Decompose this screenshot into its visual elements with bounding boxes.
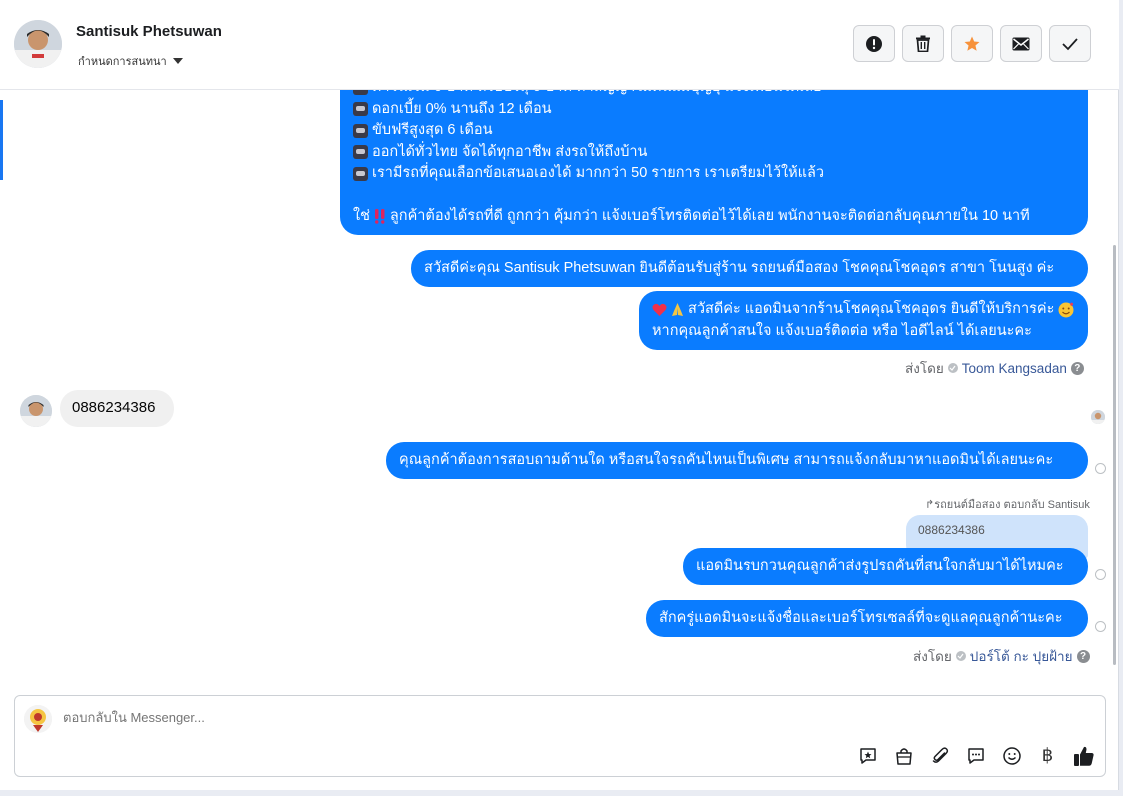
pray-emoji-icon bbox=[672, 303, 683, 317]
alert-circle-icon bbox=[866, 35, 882, 52]
sender-name[interactable]: ปอร์โต้ กะ ปุยฝ้าย bbox=[970, 645, 1073, 667]
header-actions bbox=[853, 25, 1091, 62]
verified-check-icon bbox=[955, 651, 966, 661]
car-emoji-icon bbox=[353, 145, 368, 160]
car-emoji-icon bbox=[353, 102, 368, 117]
caret-down-icon bbox=[172, 58, 183, 64]
promo-line: ดาวน์เริ่ม 0 บาท หรือบริสุ 0 บาท ทำสัญญา… bbox=[353, 90, 1075, 99]
help-icon[interactable]: ? bbox=[1076, 649, 1090, 663]
car-emoji-icon bbox=[353, 166, 368, 181]
sent-by-info: ส่งโดย ปอร์โต้ กะ ปุยฝ้าย ? bbox=[913, 645, 1090, 667]
emoji-button[interactable] bbox=[1000, 744, 1023, 767]
payment-button[interactable]: ฿ bbox=[1036, 744, 1059, 767]
sent-by-info: ส่งโดย Toom Kangsadan ? bbox=[905, 357, 1084, 379]
car-emoji-icon bbox=[353, 123, 368, 138]
verified-check-icon bbox=[947, 363, 958, 373]
promo-line: เรามีรถที่คุณเลือกข้อเสนอเองได้ มากกว่า … bbox=[353, 163, 1075, 185]
like-icon bbox=[1073, 746, 1094, 766]
promo-line: ขับฟรีสูงสุด 6 เดือน bbox=[353, 120, 1075, 142]
report-button[interactable] bbox=[853, 25, 895, 62]
reply-note: ↱รถยนต์มือสอง ตอบกลับ Santisuk bbox=[925, 499, 1090, 511]
attach-icon bbox=[932, 746, 948, 763]
messenger-inbox-panel: Santisuk Phetsuwan กำหนดการสนทนา ดอกเบี้… bbox=[0, 0, 1119, 790]
double-exclamation-icon bbox=[374, 208, 385, 224]
trash-icon bbox=[916, 35, 930, 52]
shop-bag-icon bbox=[895, 747, 912, 765]
assign-conversation-dropdown[interactable]: กำหนดการสนทนา bbox=[78, 52, 183, 70]
help-icon[interactable]: ? bbox=[1070, 361, 1084, 375]
contact-name[interactable]: Santisuk Phetsuwan bbox=[76, 23, 222, 40]
promo-message[interactable]: ดาวน์เริ่ม 0 บาท หรือบริสุ 0 บาท ทำสัญญา… bbox=[340, 90, 1088, 235]
attach-button[interactable] bbox=[928, 744, 951, 767]
heart-emoji-icon bbox=[652, 303, 667, 316]
quick-reply-button[interactable] bbox=[856, 744, 879, 767]
contact-avatar[interactable] bbox=[14, 20, 62, 68]
conversation-header: Santisuk Phetsuwan กำหนดการสนทนา bbox=[0, 0, 1119, 90]
delivered-status-icon bbox=[1095, 569, 1106, 580]
shop-button[interactable] bbox=[892, 744, 915, 767]
reply-arrow-icon: ↱ bbox=[925, 499, 935, 511]
promo-closing: ใช่ ลูกค้าต้องได้รถที่ดี ถูกกว่า คุ้มกว่… bbox=[353, 207, 1030, 224]
reply-input[interactable] bbox=[63, 710, 763, 725]
promo-line: ออกได้ทั่วไทย จัดได้ทุกอาชีพ ส่งรถให้ถึง… bbox=[353, 142, 1075, 164]
mark-done-button[interactable] bbox=[1049, 25, 1091, 62]
star-icon bbox=[964, 36, 980, 51]
like-button[interactable] bbox=[1072, 744, 1095, 767]
car-emoji-icon bbox=[353, 90, 368, 95]
message-thread[interactable]: ดาวน์เริ่ม 0 บาท หรือบริสุ 0 บาท ทำสัญญา… bbox=[0, 90, 1119, 690]
quick-reply-icon bbox=[859, 747, 876, 764]
delete-button[interactable] bbox=[902, 25, 944, 62]
mark-unread-button[interactable] bbox=[1000, 25, 1042, 62]
welcome-message[interactable]: สวัสดีค่ะคุณ Santisuk Phetsuwan ยินดีต้อ… bbox=[411, 250, 1088, 287]
check-icon bbox=[1062, 37, 1078, 50]
saved-replies-button[interactable] bbox=[964, 744, 987, 767]
delivered-status-icon bbox=[1095, 463, 1106, 474]
page-avatar bbox=[24, 705, 52, 733]
ask-photo-message[interactable]: แอดมินรบกวนคุณลูกค้าส่งรูปรถคันที่สนใจกล… bbox=[683, 548, 1088, 585]
baht-icon: ฿ bbox=[1041, 745, 1054, 766]
promo-line: ดอกเบี้ย 0% นานถึง 12 เดือน bbox=[353, 99, 1075, 121]
assign-label: กำหนดการสนทนา bbox=[78, 56, 167, 68]
ask-interest-message[interactable]: คุณลูกค้าต้องการสอบถามด้านใด หรือสนใจรถค… bbox=[386, 442, 1088, 479]
customer-avatar[interactable] bbox=[20, 395, 52, 427]
customer-message[interactable]: 0886234386 bbox=[60, 390, 174, 427]
greeting-message[interactable]: สวัสดีค่ะ แอดมินจากร้านโชคคุณโชคอุดร ยิน… bbox=[639, 291, 1088, 350]
mail-icon bbox=[1012, 37, 1030, 50]
emoji-icon bbox=[1002, 746, 1021, 765]
star-button[interactable] bbox=[951, 25, 993, 62]
composer-toolbar: ฿ bbox=[856, 744, 1095, 767]
seen-by-avatar bbox=[1091, 410, 1105, 424]
sender-name[interactable]: Toom Kangsadan bbox=[962, 361, 1067, 376]
thread-scrollbar[interactable] bbox=[1113, 245, 1116, 665]
wait-message[interactable]: สักครู่แอดมินจะแจ้งชื่อและเบอร์โทรเซลล์ท… bbox=[646, 600, 1088, 637]
chat-bubble-icon bbox=[967, 747, 984, 764]
smiling-hearts-emoji-icon bbox=[1058, 302, 1074, 318]
reply-composer: ฿ bbox=[14, 695, 1106, 777]
delivered-status-icon bbox=[1095, 621, 1106, 632]
